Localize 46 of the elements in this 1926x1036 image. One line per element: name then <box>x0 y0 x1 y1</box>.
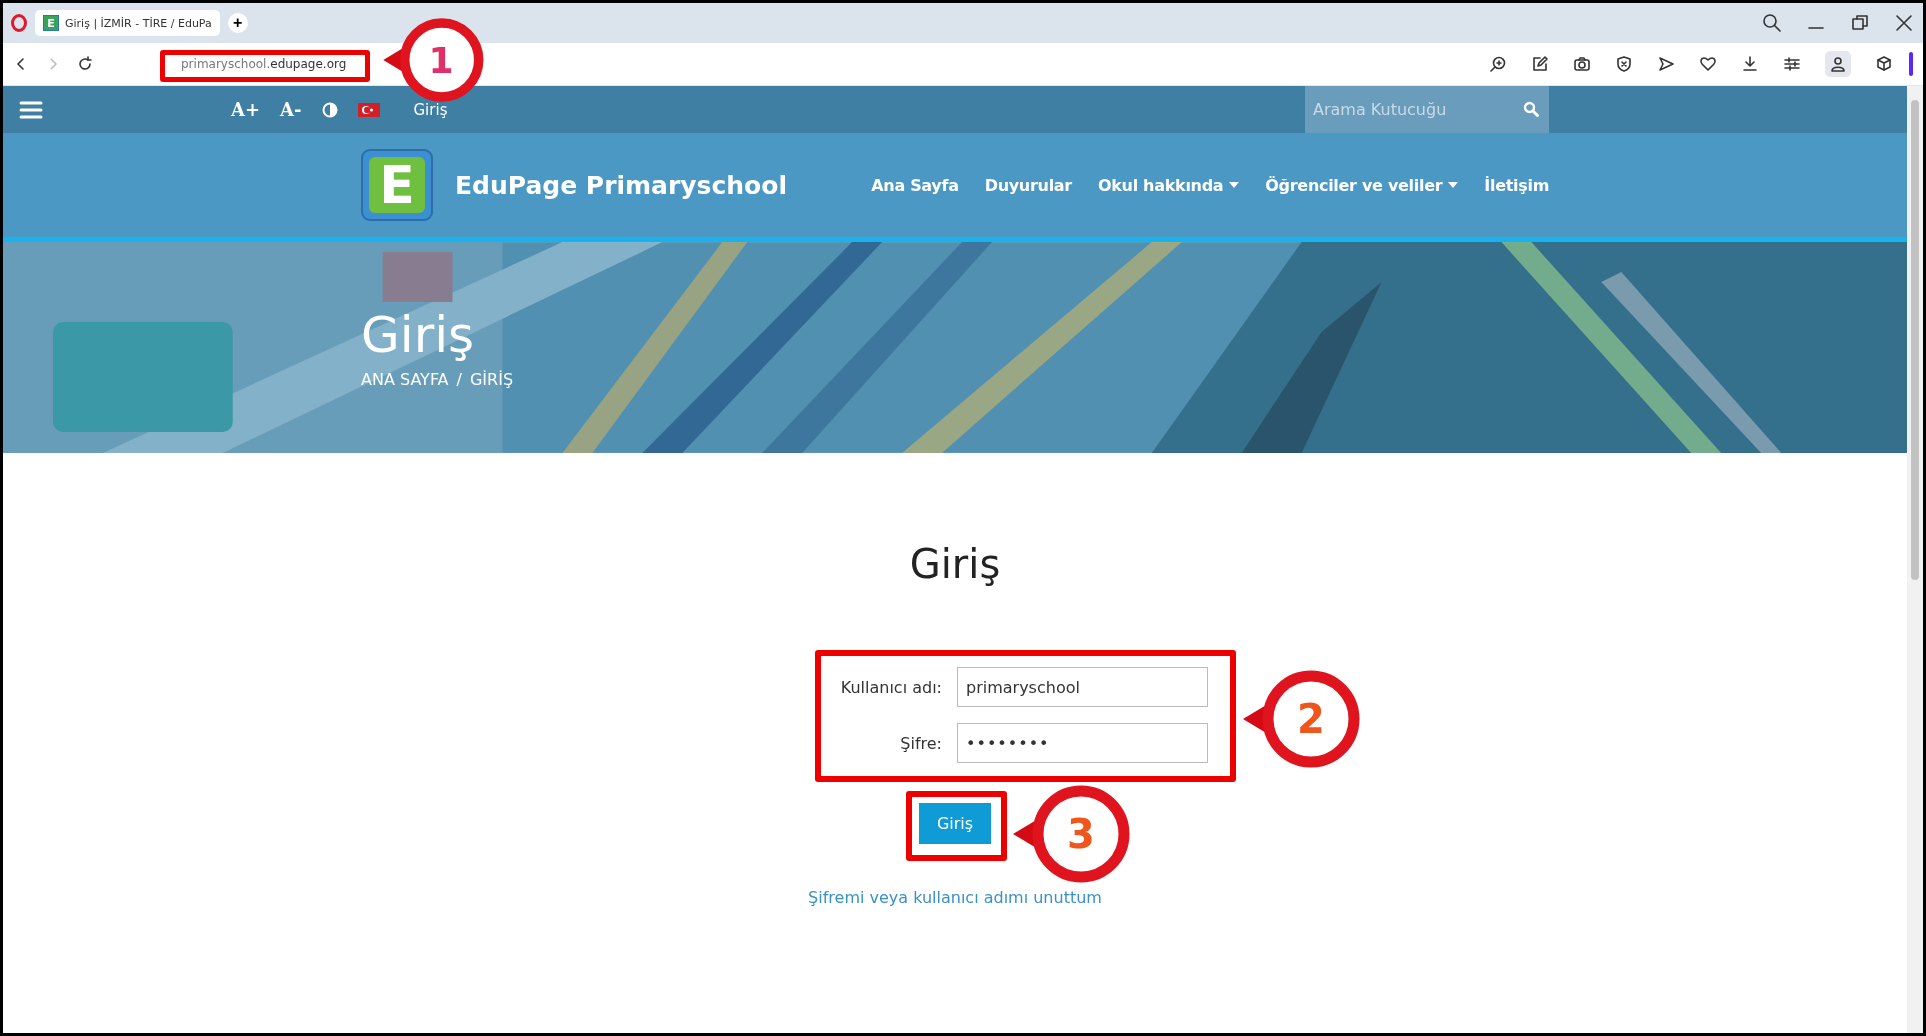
forgot-password-link[interactable]: Şifremi veya kullanıcı adımı unuttum <box>808 888 1102 907</box>
login-button[interactable]: Giriş <box>919 803 991 844</box>
breadcrumb-separator: / <box>456 370 462 389</box>
address-field[interactable]: primaryschool.edupage.org <box>171 53 357 75</box>
download-icon[interactable] <box>1741 55 1759 73</box>
password-field[interactable]: •••••••• <box>957 723 1208 763</box>
scrollbar[interactable] <box>1907 86 1923 1033</box>
sidebar-indicator <box>1909 52 1913 76</box>
new-tab-button[interactable]: + <box>227 13 248 33</box>
settings-icon[interactable] <box>1783 55 1801 73</box>
edit-icon[interactable] <box>1531 55 1549 73</box>
menu-icon[interactable] <box>19 99 43 120</box>
tab-title: Giriş | İZMİR - TİRE / EduPa <box>65 16 212 30</box>
browser-tab[interactable]: E Giriş | İZMİR - TİRE / EduPa <box>35 10 220 36</box>
search-field[interactable]: Arama Kutucuğu <box>1305 86 1549 133</box>
browser-logo-icon <box>11 14 27 32</box>
close-icon[interactable] <box>1893 12 1915 34</box>
nav-link[interactable]: Duyurular <box>984 175 1072 195</box>
nav-link[interactable]: Öğrenciler ve veliler <box>1265 175 1459 195</box>
school-logo[interactable]: E <box>361 149 433 221</box>
nav-link[interactable]: Okul hakkında <box>1097 175 1240 195</box>
breadcrumb-current: GİRİŞ <box>469 370 514 389</box>
cube-icon[interactable] <box>1875 55 1893 73</box>
search-icon[interactable] <box>1761 12 1783 34</box>
field-label: Kullanıcı adı: <box>839 677 942 697</box>
nav-link[interactable]: Ana Sayfa <box>871 175 959 195</box>
camera-icon[interactable] <box>1573 55 1591 73</box>
login-link[interactable]: Giriş <box>413 100 448 119</box>
font-larger-button[interactable]: A+ <box>231 99 261 120</box>
breadcrumb-link[interactable]: ANA SAYFA <box>361 370 449 389</box>
flag-icon[interactable] <box>357 102 380 117</box>
login-title: Giriş <box>909 541 1001 587</box>
field-label: Şifre: <box>899 733 942 753</box>
profile-icon[interactable] <box>1825 51 1851 77</box>
send-icon[interactable] <box>1657 55 1675 73</box>
favicon-icon: E <box>43 15 59 31</box>
font-smaller-button[interactable]: A- <box>280 99 302 120</box>
reload-icon[interactable] <box>77 56 93 72</box>
shield-icon[interactable] <box>1615 55 1633 73</box>
zoom-icon[interactable] <box>1489 55 1507 73</box>
contrast-icon[interactable] <box>321 101 338 118</box>
heart-icon[interactable] <box>1699 55 1717 73</box>
username-field[interactable]: primaryschool <box>957 667 1208 707</box>
site-name: EduPage Primaryschool <box>455 170 788 200</box>
page-title: Giriş <box>361 306 475 364</box>
nav-link[interactable]: İletişim <box>1484 175 1549 195</box>
